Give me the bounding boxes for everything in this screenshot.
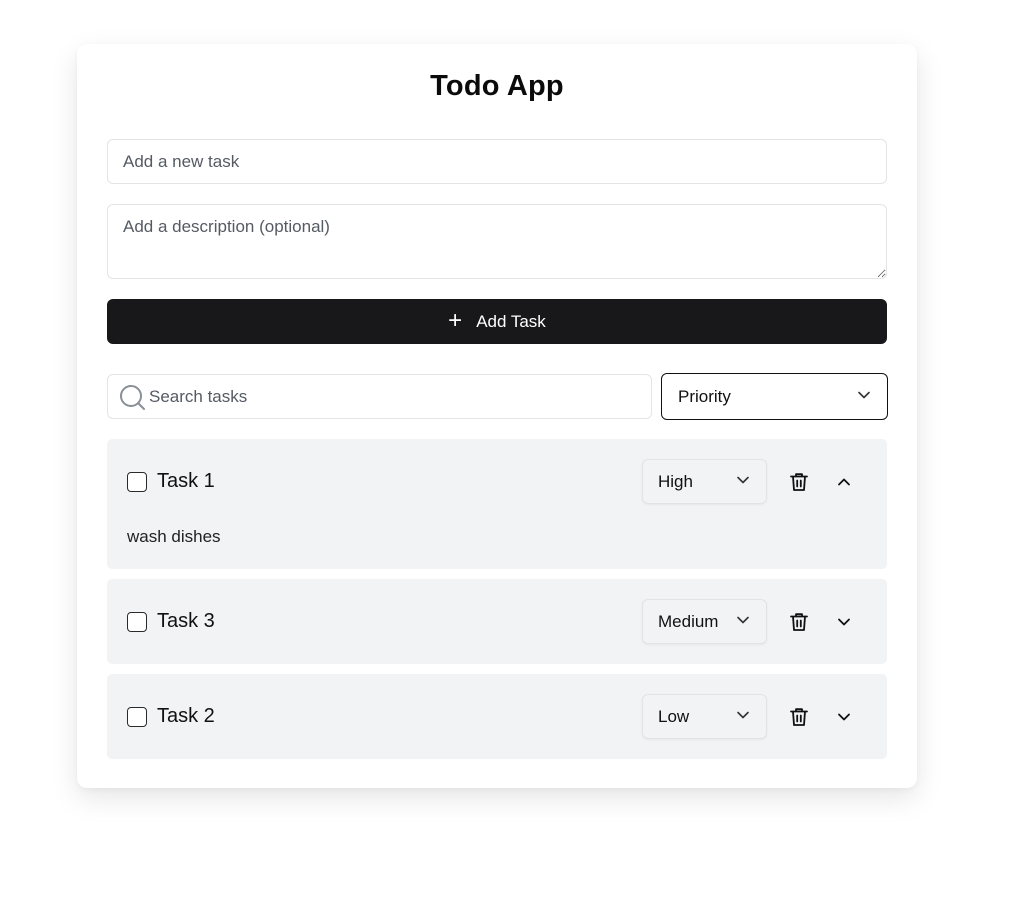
- expand-task-button[interactable]: [832, 610, 856, 634]
- task-item: Task 2 Low: [107, 674, 887, 759]
- task-title: Task 1: [157, 470, 215, 492]
- task-priority-select[interactable]: Medium: [642, 599, 767, 644]
- page-title: Todo App: [430, 70, 564, 102]
- chevron-down-icon: [838, 713, 850, 721]
- task-complete-checkbox[interactable]: [127, 472, 147, 492]
- trash-icon: [790, 473, 808, 491]
- chevron-up-icon: [838, 478, 850, 486]
- task-priority-select[interactable]: High: [642, 459, 767, 504]
- delete-task-button[interactable]: [787, 610, 811, 634]
- todo-card: Todo App + Add Task Priority Task 1 High: [77, 44, 917, 788]
- priority-filter-value: Priority: [678, 386, 731, 406]
- chevron-down-icon: [736, 472, 750, 492]
- expand-task-button[interactable]: [832, 705, 856, 729]
- chevron-down-icon: [736, 612, 750, 632]
- add-task-button[interactable]: + Add Task: [107, 299, 887, 344]
- new-task-input[interactable]: [107, 139, 887, 184]
- chevron-down-icon: [736, 707, 750, 727]
- task-header: Task 3 Medium: [107, 579, 887, 664]
- task-title: Task 3: [157, 610, 215, 632]
- task-title: Task 2: [157, 705, 215, 727]
- add-task-label: Add Task: [476, 311, 546, 331]
- task-priority-select[interactable]: Low: [642, 694, 767, 739]
- trash-icon: [790, 708, 808, 726]
- chevron-down-icon: [857, 387, 871, 407]
- task-priority-value: Medium: [658, 611, 719, 631]
- task-item: Task 3 Medium: [107, 579, 887, 664]
- collapse-task-button[interactable]: [832, 470, 856, 494]
- delete-task-button[interactable]: [787, 470, 811, 494]
- trash-icon: [790, 613, 808, 631]
- chevron-down-icon: [838, 618, 850, 626]
- task-description-input[interactable]: [107, 204, 887, 279]
- task-description: wash dishes: [127, 527, 221, 546]
- plus-icon: +: [448, 306, 463, 334]
- task-complete-checkbox[interactable]: [127, 612, 147, 632]
- task-complete-checkbox[interactable]: [127, 707, 147, 727]
- search-field[interactable]: [107, 374, 652, 419]
- task-priority-value: Low: [658, 706, 690, 726]
- task-header: Task 2 Low: [107, 674, 887, 759]
- task-item: Task 1 High wash dishes: [107, 439, 887, 569]
- search-input[interactable]: [146, 375, 651, 418]
- task-priority-value: High: [658, 471, 693, 491]
- search-icon: [118, 383, 146, 411]
- task-header: Task 1 High: [107, 439, 887, 524]
- priority-filter-select[interactable]: Priority: [661, 373, 888, 420]
- delete-task-button[interactable]: [787, 705, 811, 729]
